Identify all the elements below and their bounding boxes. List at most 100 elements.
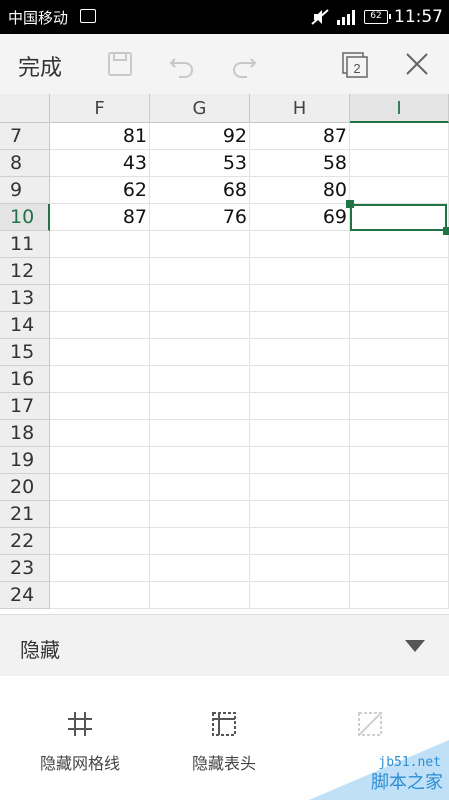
cell-f16[interactable]: [50, 366, 150, 393]
redo-icon[interactable]: [229, 49, 259, 79]
row-header-22[interactable]: 22: [0, 528, 50, 555]
cell-i21[interactable]: [350, 501, 449, 528]
cell-h8[interactable]: 58: [250, 150, 350, 177]
row-header-9[interactable]: 9: [0, 177, 50, 204]
cell-f13[interactable]: [50, 285, 150, 312]
cell-f22[interactable]: [50, 528, 150, 555]
cell-f21[interactable]: [50, 501, 150, 528]
cell-i16[interactable]: [350, 366, 449, 393]
row-header-23[interactable]: 23: [0, 555, 50, 582]
row-header-11[interactable]: 11: [0, 231, 50, 258]
cell-f7[interactable]: 81: [50, 123, 150, 150]
save-icon[interactable]: [105, 49, 135, 79]
cell-h7[interactable]: 87: [250, 123, 350, 150]
selection-handle-start[interactable]: [346, 200, 354, 208]
row-header-8[interactable]: 8: [0, 150, 50, 177]
cell-g7[interactable]: 92: [150, 123, 250, 150]
row-header-12[interactable]: 12: [0, 258, 50, 285]
cell-h15[interactable]: [250, 339, 350, 366]
cell-i23[interactable]: [350, 555, 449, 582]
column-header-h[interactable]: H: [250, 94, 350, 123]
cell-f23[interactable]: [50, 555, 150, 582]
cell-h11[interactable]: [250, 231, 350, 258]
cell-h18[interactable]: [250, 420, 350, 447]
column-header-f[interactable]: F: [50, 94, 150, 123]
cell-i24[interactable]: [350, 582, 449, 609]
cell-h24[interactable]: [250, 582, 350, 609]
cell-i20[interactable]: [350, 474, 449, 501]
cell-g14[interactable]: [150, 312, 250, 339]
row-header-15[interactable]: 15: [0, 339, 50, 366]
done-button[interactable]: 完成: [18, 50, 62, 82]
cell-g20[interactable]: [150, 474, 250, 501]
cell-i13[interactable]: [350, 285, 449, 312]
cell-h10[interactable]: 69: [250, 204, 350, 231]
cell-f17[interactable]: [50, 393, 150, 420]
cell-g24[interactable]: [150, 582, 250, 609]
cell-f15[interactable]: [50, 339, 150, 366]
cell-f9[interactable]: 62: [50, 177, 150, 204]
cell-h9[interactable]: 80: [250, 177, 350, 204]
cell-g13[interactable]: [150, 285, 250, 312]
row-header-7[interactable]: 7: [0, 123, 50, 150]
cell-g10[interactable]: 76: [150, 204, 250, 231]
row-header-17[interactable]: 17: [0, 393, 50, 420]
cell-g9[interactable]: 68: [150, 177, 250, 204]
cell-g23[interactable]: [150, 555, 250, 582]
cell-g18[interactable]: [150, 420, 250, 447]
cell-g19[interactable]: [150, 447, 250, 474]
cell-h22[interactable]: [250, 528, 350, 555]
cell-g16[interactable]: [150, 366, 250, 393]
cell-g15[interactable]: [150, 339, 250, 366]
cell-i11[interactable]: [350, 231, 449, 258]
cell-g17[interactable]: [150, 393, 250, 420]
row-header-10[interactable]: 10: [0, 204, 50, 231]
cell-g21[interactable]: [150, 501, 250, 528]
cell-i18[interactable]: [350, 420, 449, 447]
cell-i8[interactable]: [350, 150, 449, 177]
cell-h13[interactable]: [250, 285, 350, 312]
cell-f14[interactable]: [50, 312, 150, 339]
hide-gridlines-option[interactable]: 隐藏网格线: [34, 710, 126, 774]
row-header-20[interactable]: 20: [0, 474, 50, 501]
cell-f20[interactable]: [50, 474, 150, 501]
cell-h23[interactable]: [250, 555, 350, 582]
cell-f12[interactable]: [50, 258, 150, 285]
hide-headers-option[interactable]: 隐藏表头: [186, 710, 262, 774]
hide-panel-header[interactable]: 隐藏: [0, 614, 449, 676]
column-header-i[interactable]: I: [350, 94, 449, 123]
cell-h21[interactable]: [250, 501, 350, 528]
cell-f19[interactable]: [50, 447, 150, 474]
cell-selection[interactable]: [350, 204, 447, 231]
undo-icon[interactable]: [167, 49, 197, 79]
cell-i7[interactable]: [350, 123, 449, 150]
collapse-arrow-icon[interactable]: [405, 640, 425, 652]
cell-i12[interactable]: [350, 258, 449, 285]
cell-f11[interactable]: [50, 231, 150, 258]
close-icon[interactable]: [402, 49, 432, 79]
cell-i14[interactable]: [350, 312, 449, 339]
row-header-14[interactable]: 14: [0, 312, 50, 339]
cell-h12[interactable]: [250, 258, 350, 285]
row-header-19[interactable]: 19: [0, 447, 50, 474]
row-header-24[interactable]: 24: [0, 582, 50, 609]
cell-i15[interactable]: [350, 339, 449, 366]
cell-f10[interactable]: 87: [50, 204, 150, 231]
cell-h16[interactable]: [250, 366, 350, 393]
select-all-corner[interactable]: [0, 94, 50, 123]
spreadsheet-grid[interactable]: FGHI 7 81 92 87 8 43 53 58 9 62 68 80 10 87 76 69 11 12 13…: [0, 94, 449, 614]
row-header-13[interactable]: 13: [0, 285, 50, 312]
cell-h17[interactable]: [250, 393, 350, 420]
pages-icon[interactable]: 2: [340, 49, 370, 79]
row-header-21[interactable]: 21: [0, 501, 50, 528]
cell-g12[interactable]: [150, 258, 250, 285]
cell-f24[interactable]: [50, 582, 150, 609]
selection-handle-end[interactable]: [443, 227, 449, 235]
cell-i9[interactable]: [350, 177, 449, 204]
cell-h14[interactable]: [250, 312, 350, 339]
cell-g11[interactable]: [150, 231, 250, 258]
cell-h19[interactable]: [250, 447, 350, 474]
cell-f18[interactable]: [50, 420, 150, 447]
cell-g8[interactable]: 53: [150, 150, 250, 177]
cell-i19[interactable]: [350, 447, 449, 474]
